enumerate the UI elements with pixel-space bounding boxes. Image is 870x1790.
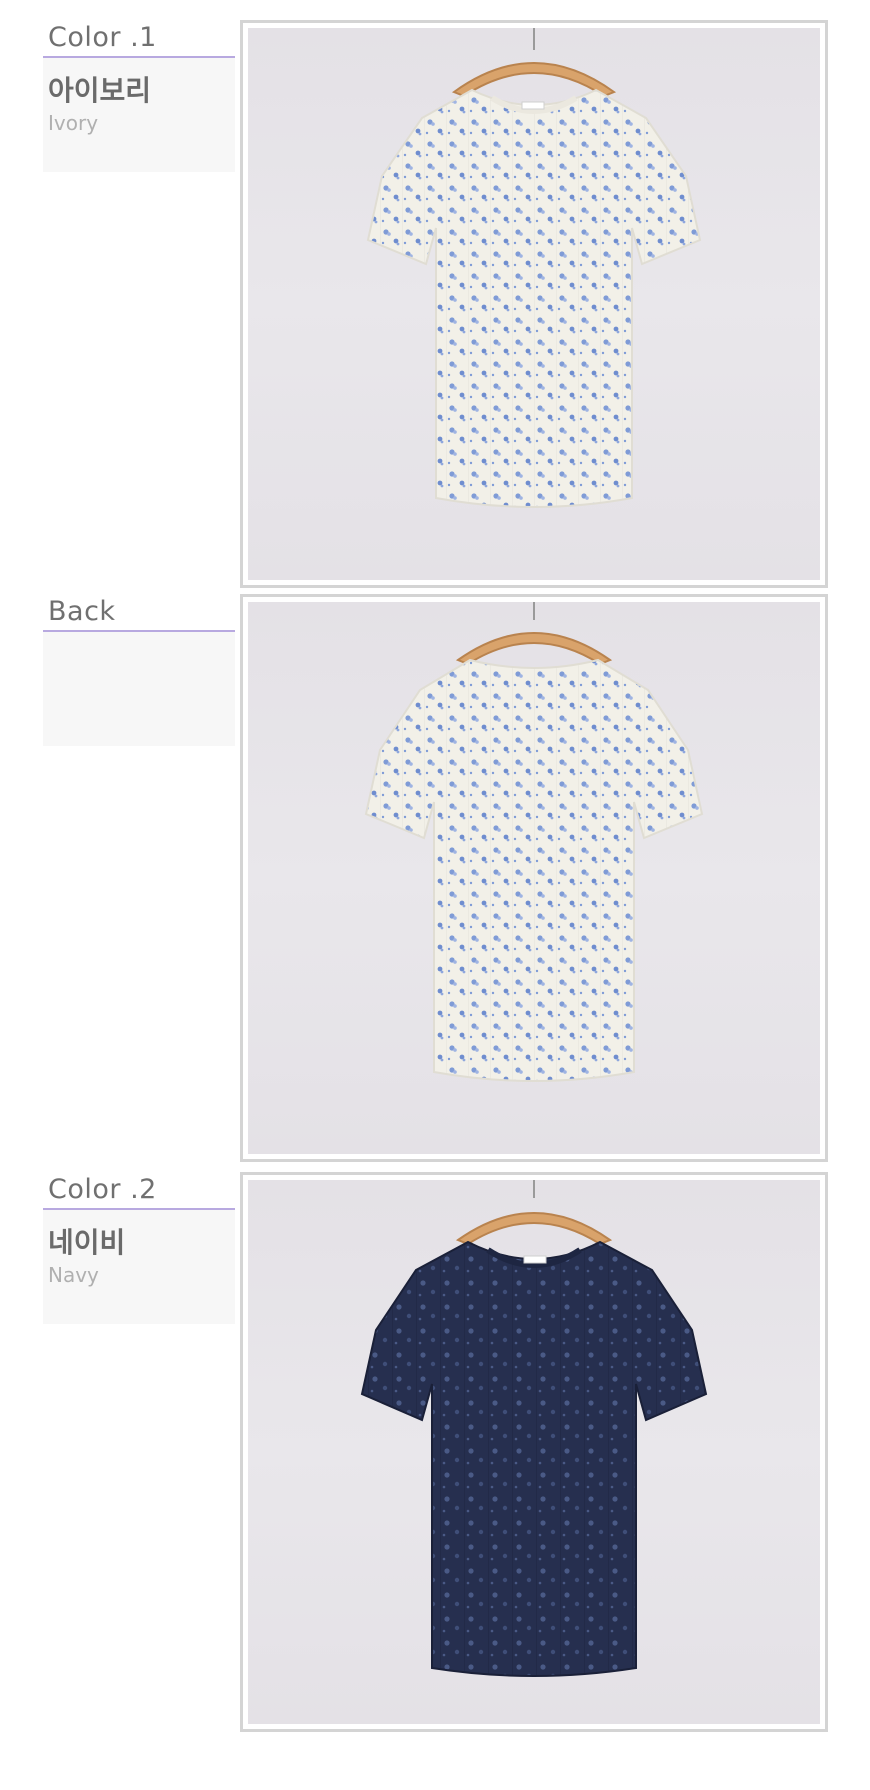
back-label: Back (43, 594, 235, 746)
color-name-korean: 아이보리 (48, 74, 152, 107)
color-name-english: Navy (48, 1263, 99, 1287)
color-name-english: Ivory (48, 111, 99, 135)
t-shirt-icon (364, 602, 704, 1082)
color-name-box: 네이비 Navy (43, 1210, 235, 1324)
color-2-label: Color .2 네이비 Navy (43, 1172, 235, 1324)
color-name-box (43, 632, 235, 746)
hanger-icon (455, 1180, 613, 1246)
color-name-korean: 네이비 (48, 1226, 126, 1259)
product-photo-ivory-back (240, 594, 828, 1162)
photo-backdrop (248, 28, 820, 580)
t-shirt-icon (360, 1180, 708, 1677)
section-heading: Color .1 (48, 22, 157, 53)
color-1-label: Color .1 아이보리 Ivory (43, 20, 235, 172)
section-heading: Color .2 (48, 1174, 157, 1205)
hanger-icon (455, 602, 613, 666)
hanger-icon (451, 28, 617, 98)
photo-backdrop (248, 602, 820, 1154)
t-shirt-icon (366, 28, 702, 508)
photo-backdrop (248, 1180, 820, 1724)
color-name-box: 아이보리 Ivory (43, 58, 235, 172)
section-heading: Back (48, 596, 116, 627)
product-photo-navy-front (240, 1172, 828, 1732)
product-photo-ivory-front (240, 20, 828, 588)
product-color-detail-page: Color .1 아이보리 Ivory Back Color .2 네이비 Na… (0, 0, 870, 1790)
